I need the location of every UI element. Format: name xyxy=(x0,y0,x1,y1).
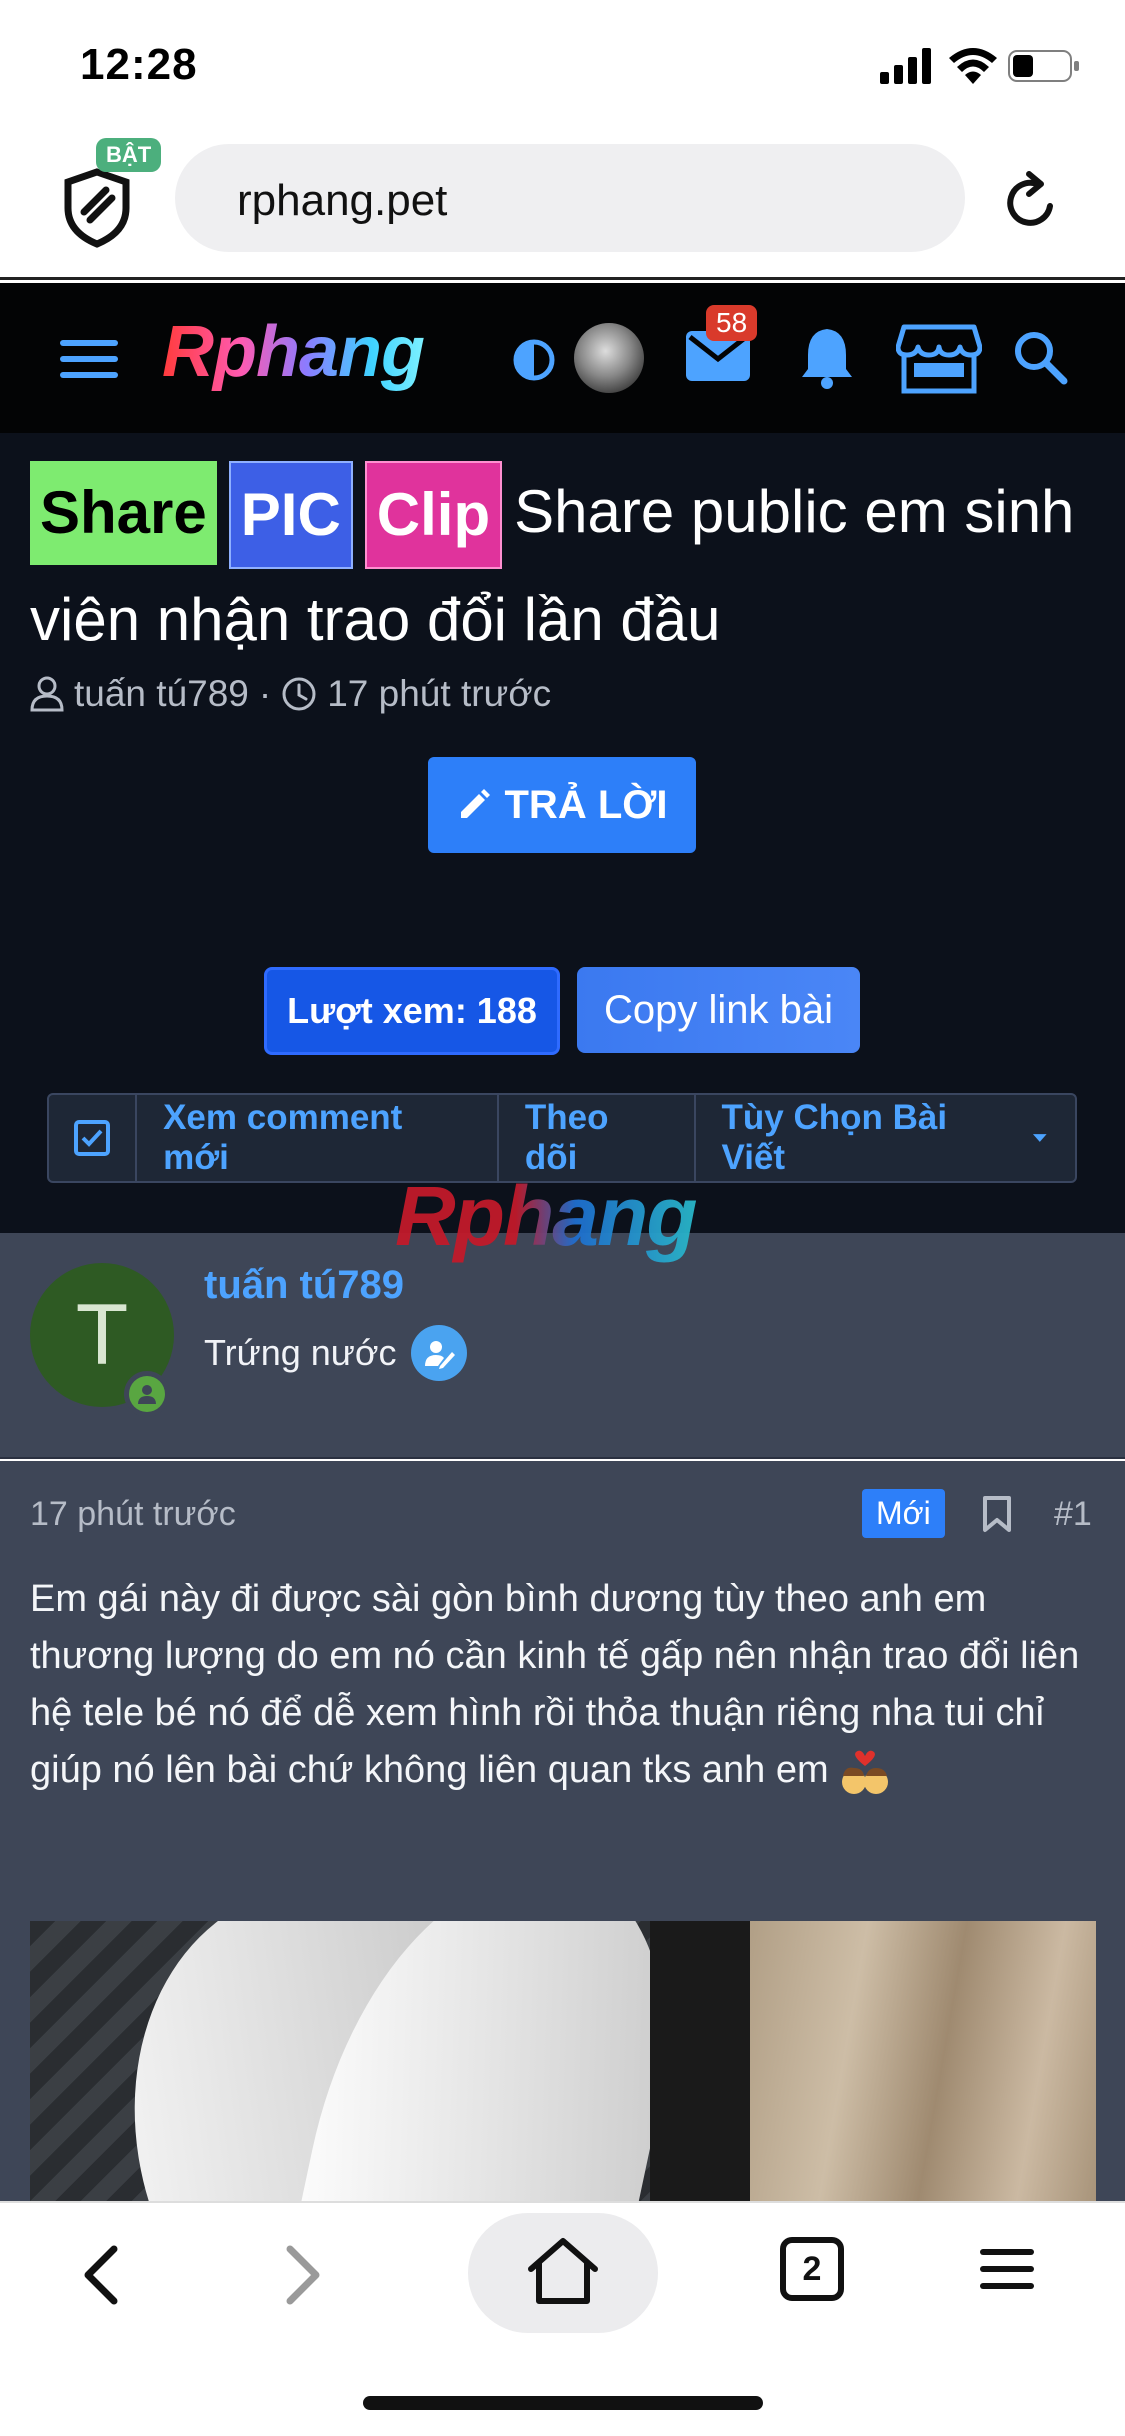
site-logo[interactable]: Rphang xyxy=(162,311,425,393)
watermark-logo: Rphang xyxy=(395,1169,698,1263)
store-icon[interactable] xyxy=(896,323,982,395)
mail-count-badge: 58 xyxy=(706,305,758,341)
status-time: 12:28 xyxy=(80,40,198,89)
status-bar: 12:28 xyxy=(0,0,1125,130)
shield-icon[interactable] xyxy=(62,168,132,248)
new-badge: Mới xyxy=(862,1489,945,1538)
back-icon[interactable] xyxy=(78,2243,122,2307)
views-button[interactable]: Lượt xem: 188 xyxy=(264,967,560,1055)
meta-separator: · xyxy=(258,673,272,714)
forward-icon[interactable] xyxy=(282,2243,326,2307)
post-author-block: T tuấn tú789 Trứng nước xyxy=(0,1233,1125,1459)
post-body-text: Em gái này đi được sài gòn bình dương tù… xyxy=(30,1578,1080,1791)
caret-down-icon xyxy=(1033,1134,1048,1142)
reload-icon[interactable] xyxy=(1003,168,1061,232)
battery-icon xyxy=(1008,50,1079,82)
thread-title: Share PIC Clip Share public em sinh viên nh… xyxy=(30,461,1090,671)
pencil-icon xyxy=(460,789,490,818)
forum-header: Rphang 58 xyxy=(0,283,1125,433)
author-rank: Trứng nước xyxy=(204,1325,467,1381)
kiss-emoji-icon xyxy=(839,1746,891,1798)
thread-options-label: Tùy Chọn Bài Viết xyxy=(721,1098,948,1177)
post: 17 phút trước Mới #1 Em gái này đi được … xyxy=(0,1461,1125,2201)
post-body: Em gái này đi được sài gòn bình dương tù… xyxy=(30,1571,1100,1799)
url-text: rphang.pet xyxy=(237,176,448,225)
shield-status-badge: BẬT xyxy=(96,138,162,172)
wifi-icon xyxy=(949,48,997,84)
rank-icon xyxy=(410,1325,467,1381)
thread-meta: tuấn tú789 · 17 phút trước xyxy=(30,673,551,715)
tag-pic[interactable]: PIC xyxy=(228,461,353,569)
cellular-signal-icon xyxy=(880,48,931,84)
copy-link-button[interactable]: Copy link bài xyxy=(577,967,860,1053)
thread-author[interactable]: tuấn tú789 xyxy=(74,673,249,715)
hamburger-menu-icon[interactable] xyxy=(980,2249,1034,2289)
search-icon[interactable] xyxy=(1012,329,1068,385)
tag-clip[interactable]: Clip xyxy=(364,461,503,569)
reply-button[interactable]: TRẢ LỜI xyxy=(428,757,696,853)
url-field[interactable]: rphang.pet xyxy=(175,144,965,252)
bell-icon[interactable] xyxy=(798,325,856,389)
author-name[interactable]: tuấn tú789 xyxy=(204,1263,404,1308)
author-rank-label: Trứng nước xyxy=(204,1332,397,1373)
tag-share[interactable]: Share xyxy=(30,461,217,565)
tabs-button[interactable]: 2 xyxy=(780,2237,844,2301)
thread-header: Share PIC Clip Share public em sinh viên nh… xyxy=(0,433,1125,1233)
post-time[interactable]: 17 phút trước xyxy=(30,1495,236,1534)
user-online-icon xyxy=(138,1385,156,1404)
clock-icon xyxy=(282,677,316,711)
bookmark-icon[interactable] xyxy=(982,1495,1012,1533)
menu-icon[interactable] xyxy=(60,338,118,380)
post-image[interactable] xyxy=(30,1921,1096,2201)
browser-url-bar: BẬT rphang.pet xyxy=(0,130,1125,280)
reply-label: TRẢ LỜI xyxy=(504,782,668,827)
home-icon[interactable] xyxy=(525,2235,601,2305)
user-icon xyxy=(30,676,64,712)
home-indicator[interactable] xyxy=(363,2396,763,2410)
select-checkbox[interactable] xyxy=(49,1095,138,1181)
checkbox-icon xyxy=(74,1120,111,1156)
thread-options-dropdown[interactable]: Tùy Chọn Bài Viết xyxy=(696,1095,1076,1181)
theme-toggle-icon[interactable] xyxy=(512,338,556,382)
page: 12:28 BẬT rphang.pet Rphang 58 Share PIC… xyxy=(0,0,1125,2436)
online-indicator xyxy=(124,1371,170,1417)
post-number[interactable]: #1 xyxy=(1054,1495,1092,1534)
thread-time: 17 phút trước xyxy=(327,673,552,714)
user-avatar[interactable] xyxy=(574,323,644,393)
